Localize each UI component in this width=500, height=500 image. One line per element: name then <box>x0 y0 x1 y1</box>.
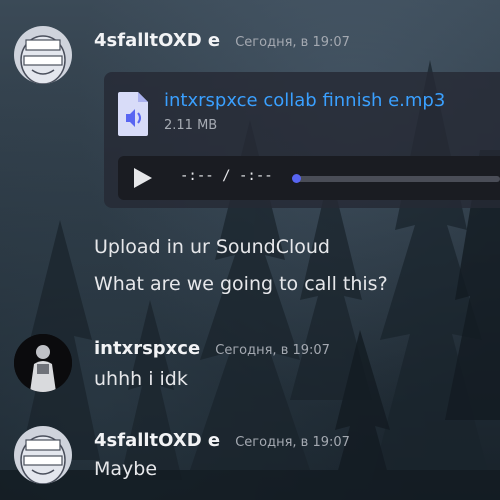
message-text: Upload in ur SoundCloud <box>94 236 330 258</box>
username[interactable]: 4sfalltOXD e <box>94 30 220 51</box>
message-text: Maybe <box>94 458 158 480</box>
avatar-image <box>20 435 66 484</box>
file-name-link[interactable]: intxrspxce collab finnish e.mp3 <box>164 90 445 111</box>
play-icon[interactable] <box>130 166 154 194</box>
audio-file-icon <box>118 92 148 140</box>
audio-attachment: intxrspxce collab finnish e.mp3 2.11 MB … <box>104 72 500 208</box>
username[interactable]: 4sfalltOXD e <box>94 430 220 451</box>
message-text: uhhh i idk <box>94 368 188 390</box>
message-timestamp: Сегодня, в 19:07 <box>215 343 330 358</box>
audio-progress-bar[interactable] <box>294 176 500 182</box>
message-timestamp: Сегодня, в 19:07 <box>235 435 350 450</box>
username[interactable]: intxrspxce <box>94 338 200 359</box>
user-avatar[interactable] <box>14 426 72 484</box>
user-avatar[interactable] <box>14 26 72 84</box>
user-avatar[interactable] <box>14 334 72 392</box>
message-text: What are we going to call this? <box>94 273 388 295</box>
avatar-image <box>20 35 66 84</box>
avatar-image <box>14 334 72 392</box>
file-size: 2.11 MB <box>164 118 218 133</box>
message-timestamp: Сегодня, в 19:07 <box>235 35 350 50</box>
audio-progress-knob[interactable] <box>292 174 301 183</box>
audio-player: -:-- / -:-- <box>118 156 500 200</box>
audio-time: -:-- / -:-- <box>180 168 273 184</box>
